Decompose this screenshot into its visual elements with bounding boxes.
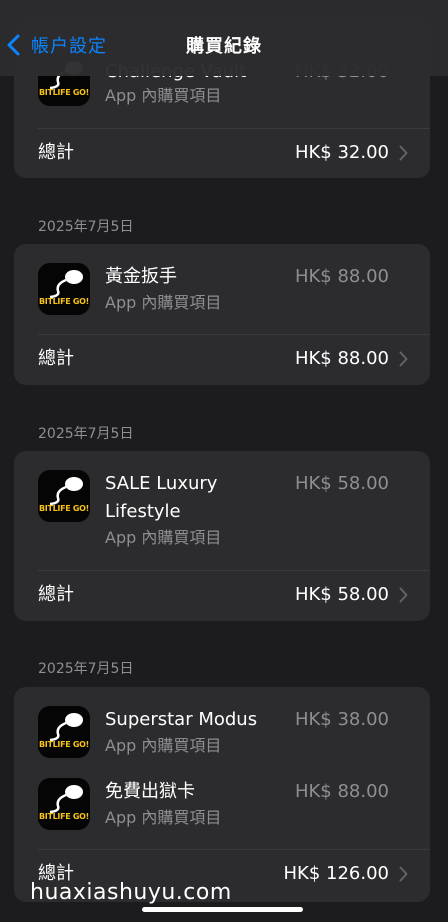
total-row[interactable]: 總計 HK$ 32.00 <box>14 128 430 178</box>
total-value: HK$ 88.00 <box>294 348 389 369</box>
purchase-item[interactable]: BITLIFE GO! 免費出獄卡 HK$ 88.00 App 內購買項目 <box>14 759 430 849</box>
item-price: HK$ 38.00 <box>294 709 389 730</box>
purchase-item[interactable]: BITLIFE GO! 黃金扳手 HK$ 88.00 App 內購買項目 <box>14 244 430 334</box>
total-label: 總計 <box>38 142 74 163</box>
item-name: 黃金扳手 <box>105 266 177 287</box>
total-row[interactable]: 總計 HK$ 88.00 <box>14 334 430 384</box>
bitlife-app-icon: BITLIFE GO! <box>38 706 90 758</box>
total-value: HK$ 126.00 <box>283 863 390 884</box>
item-subtitle: App 內購買項目 <box>105 293 222 312</box>
purchase-item[interactable]: BITLIFE GO! Superstar Modus HK$ 38.00 Ap… <box>14 687 430 759</box>
bitlife-app-icon: BITLIFE GO! <box>38 778 90 830</box>
total-value: HK$ 32.00 <box>294 142 389 163</box>
total-label: 總計 <box>38 584 74 605</box>
navigation-bar: 帳户設定 購買紀錄 <box>0 0 448 76</box>
chevron-right-icon <box>399 587 408 603</box>
date-header: 2025年7月5日 <box>38 426 134 442</box>
item-subtitle: App 內購買項目 <box>105 736 222 755</box>
item-price: HK$ 88.00 <box>294 781 389 802</box>
purchase-group: BITLIFE GO! SALE Luxury Lifestyle HK$ 58… <box>14 451 430 621</box>
bitlife-app-icon: BITLIFE GO! <box>38 470 90 522</box>
total-value: HK$ 58.00 <box>294 584 389 605</box>
item-name: SALE Luxury Lifestyle <box>105 473 218 522</box>
chevron-right-icon <box>399 866 408 882</box>
item-subtitle: App 內購買項目 <box>105 808 222 827</box>
home-indicator[interactable] <box>142 907 303 912</box>
item-price: HK$ 58.00 <box>294 473 389 494</box>
page-title: 購買紀錄 <box>186 36 262 57</box>
date-header: 2025年7月5日 <box>38 661 134 677</box>
item-name: Superstar Modus <box>105 709 258 730</box>
purchase-item[interactable]: BITLIFE GO! SALE Luxury Lifestyle HK$ 58… <box>14 451 430 570</box>
item-price: HK$ 88.00 <box>294 266 389 287</box>
purchase-group: BITLIFE GO! Superstar Modus HK$ 38.00 Ap… <box>14 687 430 902</box>
item-subtitle: App 內購買項目 <box>105 86 222 105</box>
chevron-right-icon <box>399 351 408 367</box>
bitlife-app-icon: BITLIFE GO! <box>38 263 90 315</box>
date-header: 2025年7月5日 <box>38 219 134 235</box>
total-row[interactable]: 總計 HK$ 58.00 <box>14 570 430 620</box>
watermark: huaxiashuyu.com <box>30 880 232 905</box>
item-name: 免費出獄卡 <box>105 781 195 802</box>
purchase-group: BITLIFE GO! 黃金扳手 HK$ 88.00 App 內購買項目 總計 … <box>14 244 430 385</box>
total-label: 總計 <box>38 348 74 369</box>
item-subtitle: App 內購買項目 <box>105 528 222 547</box>
chevron-right-icon <box>399 145 408 161</box>
